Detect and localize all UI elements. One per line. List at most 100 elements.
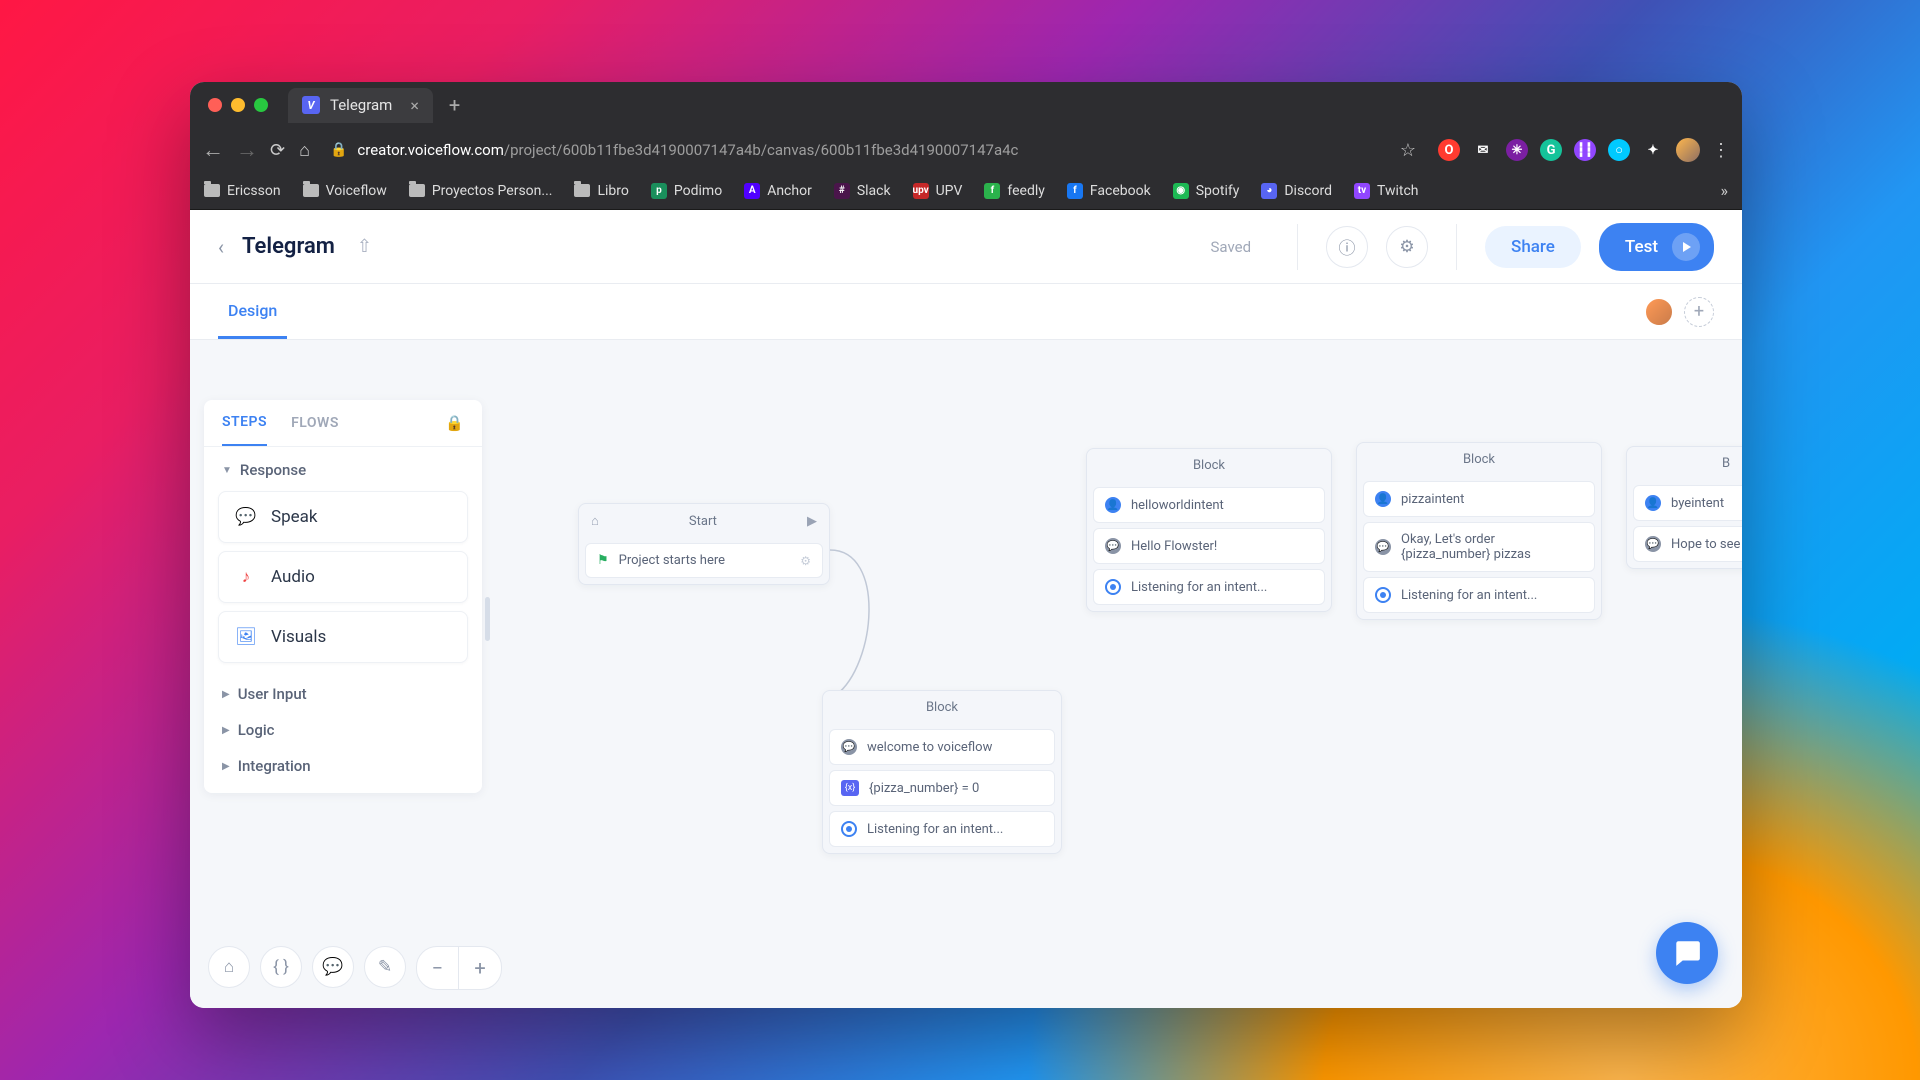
minimize-window-icon[interactable] bbox=[231, 98, 245, 112]
tab-close-icon[interactable]: × bbox=[410, 96, 419, 115]
bye-block[interactable]: B 👤byeintent 💬Hope to see Flowster! bbox=[1626, 446, 1742, 569]
tab-design[interactable]: Design bbox=[218, 285, 287, 339]
block-row[interactable]: Listening for an intent... bbox=[1363, 577, 1595, 613]
block-row[interactable]: 👤helloworldintent bbox=[1093, 487, 1325, 523]
block-row[interactable]: {x}{pizza_number} = 0 bbox=[829, 770, 1055, 806]
extension-alexa-icon[interactable]: ○ bbox=[1608, 139, 1630, 161]
bookmark-label: Anchor bbox=[767, 183, 812, 199]
listen-icon bbox=[841, 821, 857, 837]
bookmark-item[interactable]: pPodimo bbox=[651, 183, 722, 199]
block-row[interactable]: Listening for an intent... bbox=[829, 811, 1055, 847]
home-button[interactable]: ⌂ bbox=[208, 946, 250, 988]
edit-button[interactable]: ✎ bbox=[364, 946, 406, 988]
gear-icon: ⚙ bbox=[1399, 237, 1414, 257]
bookmark-label: Ericsson bbox=[227, 183, 281, 199]
step-audio[interactable]: ♪Audio bbox=[218, 551, 468, 603]
bookmark-folder[interactable]: Voiceflow bbox=[303, 183, 387, 199]
browser-tab[interactable]: V Telegram × bbox=[288, 88, 433, 123]
code-button[interactable]: { } bbox=[260, 946, 302, 988]
close-window-icon[interactable] bbox=[208, 98, 222, 112]
zoom-in-button[interactable]: + bbox=[459, 947, 501, 989]
block-row[interactable]: 💬welcome to voiceflow bbox=[829, 729, 1055, 765]
bookmark-item[interactable]: ◉Spotify bbox=[1173, 183, 1240, 199]
extension-icon[interactable]: O bbox=[1438, 139, 1460, 161]
step-visuals[interactable]: 🖼Visuals bbox=[218, 611, 468, 663]
home-button[interactable]: ⌂ bbox=[299, 140, 310, 161]
bookmark-item[interactable]: upvUPV bbox=[913, 183, 963, 199]
tab-steps[interactable]: STEPS bbox=[222, 414, 267, 446]
helloworld-block[interactable]: Block 👤helloworldintent 💬Hello Flowster!… bbox=[1086, 448, 1332, 612]
bookmark-item[interactable]: tvTwitch bbox=[1354, 183, 1419, 199]
canvas[interactable]: STEPS FLOWS 🔒 ▼Response 💬Speak ♪Audio 🖼V… bbox=[190, 340, 1742, 1008]
test-label: Test bbox=[1625, 237, 1658, 257]
settings-button[interactable]: ⚙ bbox=[1386, 226, 1428, 268]
window-controls bbox=[208, 98, 268, 112]
reload-button[interactable]: ⟳ bbox=[270, 140, 285, 161]
upload-icon[interactable]: ⇧ bbox=[357, 236, 372, 257]
step-speak[interactable]: 💬Speak bbox=[218, 491, 468, 543]
pizza-block[interactable]: Block 👤pizzaintent 💬Okay, Let's order {p… bbox=[1356, 442, 1602, 620]
forward-button[interactable]: → bbox=[236, 137, 256, 163]
favicon-icon: tv bbox=[1354, 183, 1370, 199]
intercom-button[interactable] bbox=[1656, 922, 1718, 984]
audio-icon: ♪ bbox=[235, 566, 257, 588]
bookmark-folder[interactable]: Ericsson bbox=[204, 183, 281, 199]
edit-icon: ✎ bbox=[378, 957, 392, 977]
address-bar[interactable]: 🔒 creator.voiceflow.com/project/600b11fb… bbox=[324, 141, 1386, 159]
browser-menu-icon[interactable]: ⋮ bbox=[1712, 140, 1730, 161]
gear-icon[interactable]: ⚙ bbox=[800, 554, 811, 568]
share-button[interactable]: Share bbox=[1485, 226, 1581, 268]
lock-icon[interactable]: 🔒 bbox=[445, 414, 464, 432]
category-user-input[interactable]: ▶User Input bbox=[204, 671, 482, 707]
extension-grammarly-icon[interactable]: G bbox=[1540, 139, 1562, 161]
maximize-window-icon[interactable] bbox=[254, 98, 268, 112]
step-label: Speak bbox=[271, 507, 318, 527]
folder-icon bbox=[409, 184, 425, 197]
bookmark-item[interactable]: AAnchor bbox=[744, 183, 812, 199]
block-title: B bbox=[1627, 447, 1742, 480]
extensions-row: O ✉ ✳ G ┇┇ ○ ✦ ⋮ bbox=[1438, 138, 1730, 162]
caret-right-icon: ▶ bbox=[222, 761, 230, 772]
block-row[interactable]: ⚑ Project starts here ⚙ bbox=[585, 543, 823, 578]
block-row[interactable]: 👤pizzaintent bbox=[1363, 481, 1595, 517]
back-button[interactable]: ← bbox=[202, 137, 222, 163]
block-row[interactable]: 💬Hope to see Flowster! bbox=[1633, 526, 1742, 562]
bookmark-item[interactable]: fFacebook bbox=[1067, 183, 1151, 199]
category-integration[interactable]: ▶Integration bbox=[204, 743, 482, 779]
extension-mail-icon[interactable]: ✉ bbox=[1472, 139, 1494, 161]
comment-button[interactable]: 💬 bbox=[312, 946, 354, 988]
block-row[interactable]: 👤byeintent bbox=[1633, 485, 1742, 521]
new-tab-button[interactable]: + bbox=[441, 93, 468, 117]
bookmark-item[interactable]: ffeedly bbox=[984, 183, 1044, 199]
block-row[interactable]: 💬Okay, Let's order {pizza_number} pizzas bbox=[1363, 522, 1595, 572]
block-row[interactable]: Listening for an intent... bbox=[1093, 569, 1325, 605]
panel-resize-handle[interactable] bbox=[485, 597, 490, 641]
extension-twitch-icon[interactable]: ┇┇ bbox=[1574, 139, 1596, 161]
back-chevron-icon[interactable]: ‹ bbox=[218, 235, 224, 259]
panel-tabs: STEPS FLOWS 🔒 bbox=[204, 400, 482, 447]
bookmark-star-icon[interactable]: ☆ bbox=[1400, 140, 1416, 161]
add-collaborator-button[interactable]: + bbox=[1684, 297, 1714, 327]
zoom-out-button[interactable]: − bbox=[417, 947, 459, 989]
play-icon[interactable]: ▶ bbox=[807, 514, 817, 529]
welcome-block[interactable]: Block 💬welcome to voiceflow {x}{pizza_nu… bbox=[822, 690, 1062, 854]
start-block[interactable]: ⌂ Start ▶ ⚑ Project starts here ⚙ bbox=[578, 503, 830, 585]
collaborator-avatar[interactable] bbox=[1644, 297, 1674, 327]
bookmark-item[interactable]: ◕Discord bbox=[1261, 183, 1332, 199]
test-button[interactable]: Test bbox=[1599, 223, 1714, 271]
bookmark-folder[interactable]: Libro bbox=[574, 183, 628, 199]
bookmark-item[interactable]: #Slack bbox=[834, 183, 891, 199]
block-row[interactable]: 💬Hello Flowster! bbox=[1093, 528, 1325, 564]
category-logic[interactable]: ▶Logic bbox=[204, 707, 482, 743]
info-button[interactable]: ⓘ bbox=[1326, 226, 1368, 268]
bookmark-folder[interactable]: Proyectos Person... bbox=[409, 183, 553, 199]
block-title: Block bbox=[1087, 449, 1331, 482]
bookmarks-overflow-icon[interactable]: » bbox=[1721, 181, 1729, 200]
category-response[interactable]: ▼Response bbox=[204, 447, 482, 483]
folder-icon bbox=[204, 184, 220, 197]
tab-flows[interactable]: FLOWS bbox=[291, 415, 339, 445]
bookmark-label: Discord bbox=[1284, 183, 1332, 199]
extensions-puzzle-icon[interactable]: ✦ bbox=[1642, 139, 1664, 161]
profile-avatar-icon[interactable] bbox=[1676, 138, 1700, 162]
extension-icon[interactable]: ✳ bbox=[1506, 139, 1528, 161]
